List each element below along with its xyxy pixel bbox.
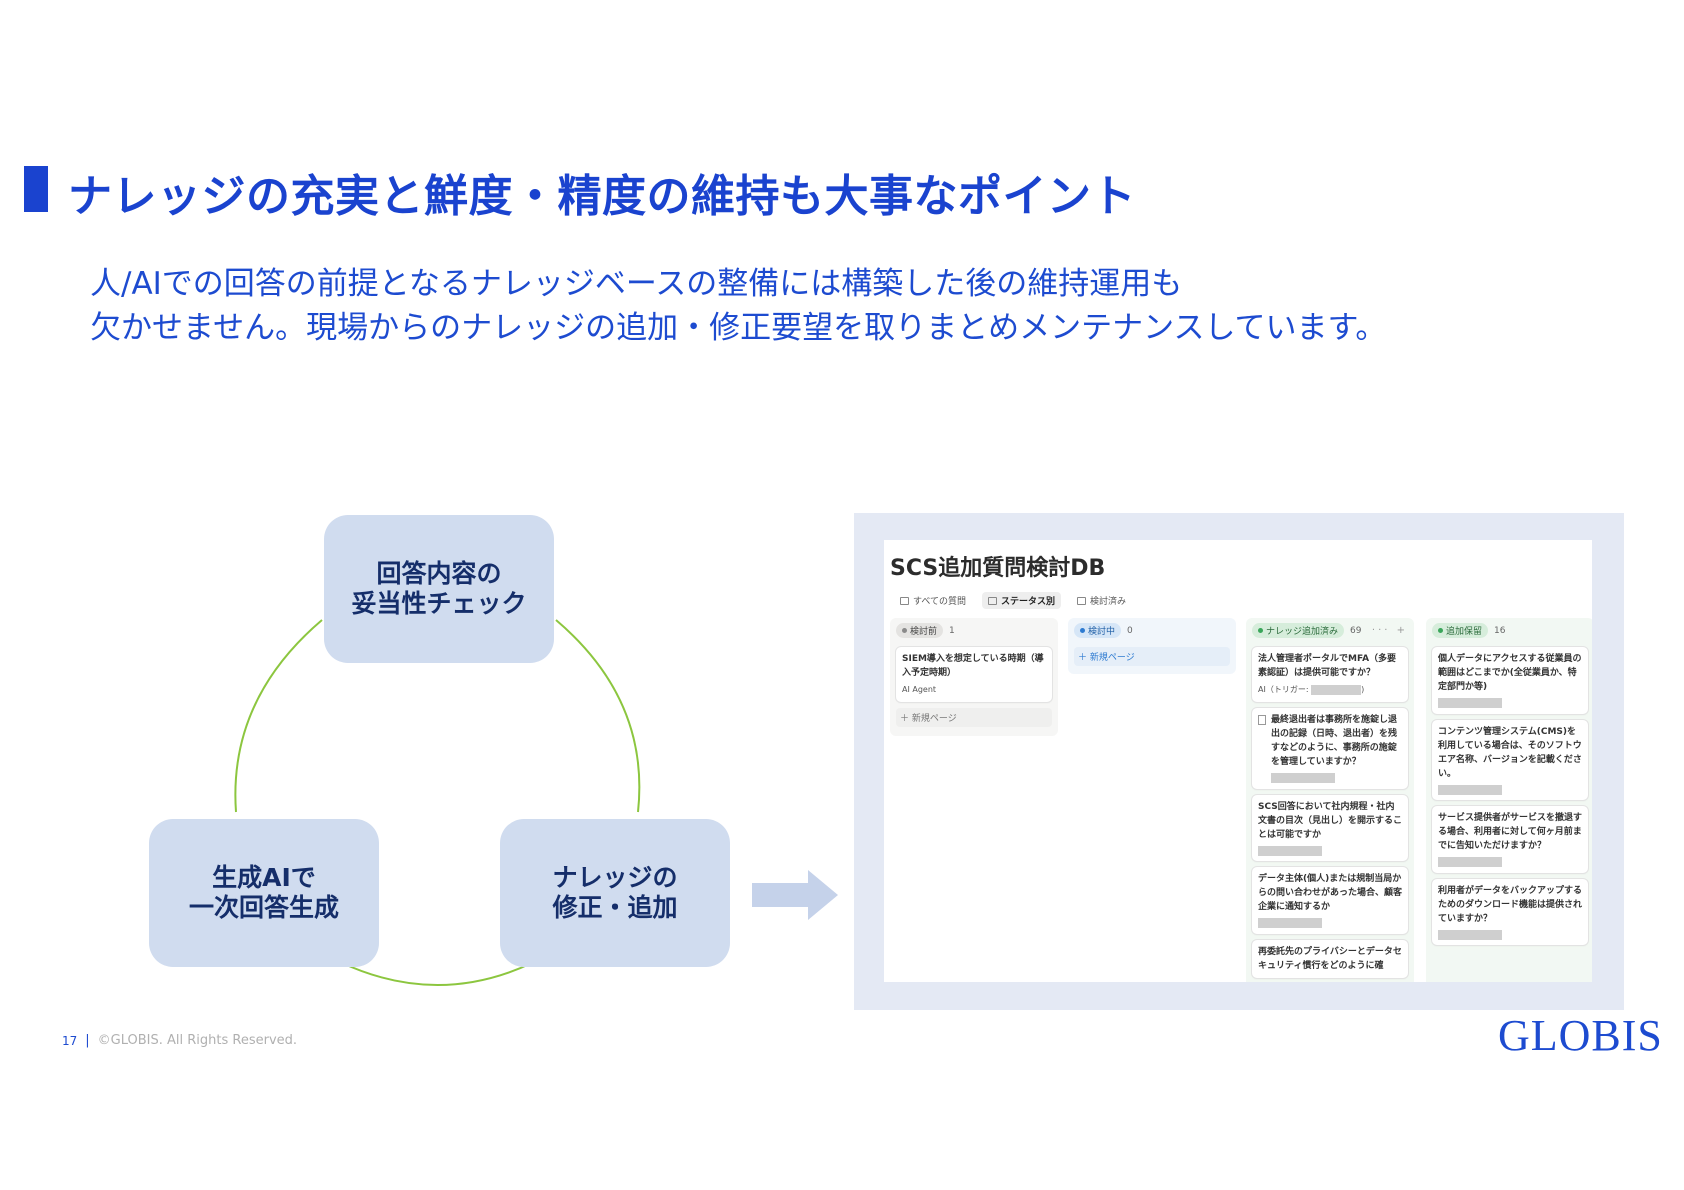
column-more-add-controls[interactable]: ··· + xyxy=(1372,625,1408,636)
card-title: サービス提供者がサービスを撤退する場合、利用者に対して何ヶ月前までに告知いただけ… xyxy=(1438,813,1583,851)
card-title: コンテンツ管理システム(CMS)を利用している場合は、そのソフトウエア名称、バー… xyxy=(1438,726,1582,779)
cycle-arc-bottom xyxy=(339,961,535,986)
cycle-arc-left xyxy=(234,619,323,813)
board-card[interactable]: 個人データにアクセスする従業員の範囲はどこまでか(全従業員か、特定部門か等) xyxy=(1432,647,1588,714)
card-title: 最終退出者は事務所を施錠し退出の記録（日時、退出者）を残すなどのように、事務所の… xyxy=(1271,715,1398,767)
cycle-node-validity-check: 回答内容の 妥当性チェック xyxy=(324,515,554,663)
right-arrow-icon xyxy=(752,870,838,920)
board-card[interactable]: 再委託先のプライバシーとデータセキュリティ慣行をどのように確 xyxy=(1252,939,1408,978)
tab-all-questions[interactable]: すべての質問 xyxy=(894,592,972,609)
card-title: 利用者がデータをバックアップするためのダウンロード機能は提供されていますか？ xyxy=(1438,885,1583,924)
footer: 17 | ©GLOBIS. All Rights Reserved. xyxy=(62,1033,297,1048)
board-card[interactable]: 利用者がデータをバックアップするためのダウンロード機能は提供されていますか？ xyxy=(1432,878,1588,945)
redacted-block xyxy=(1438,698,1502,708)
cycle-node-ai-first-answer: 生成AIで 一次回答生成 xyxy=(149,819,379,967)
status-badge: 検討中 xyxy=(1074,623,1122,638)
table-icon xyxy=(900,596,909,605)
card-title: 再委託先のプライバシーとデータセキュリティ慣行をどのように確 xyxy=(1258,946,1402,971)
board-card[interactable]: サービス提供者がサービスを撤退する場合、利用者に対して何ヶ月前までに告知いただけ… xyxy=(1432,806,1588,873)
card-title: SIEM導入を想定している時期（導入予定時期） xyxy=(902,654,1044,678)
db-board: SCS追加質問検討DB すべての質問 ステータス別 検討済み 検討前 1 SIE… xyxy=(884,540,1592,982)
board-card[interactable]: 最終退出者は事務所を施錠し退出の記録（日時、退出者）を残すなどのように、事務所の… xyxy=(1252,708,1408,789)
card-title: SCS回答において社内規程・社内文書の目次（見出し）を開示することは可能ですか xyxy=(1258,801,1403,840)
tab-reviewed[interactable]: 検討済み xyxy=(1071,592,1132,609)
board-column-in-review: 検討中 0 ＋ 新規ページ xyxy=(1068,618,1236,674)
board-card[interactable]: コンテンツ管理システム(CMS)を利用している場合は、そのソフトウエア名称、バー… xyxy=(1432,719,1588,800)
footer-separator: | xyxy=(85,1033,90,1048)
copyright: ©GLOBIS. All Rights Reserved. xyxy=(97,1033,298,1048)
status-badge: ナレッジ追加済み xyxy=(1252,623,1345,638)
board-card[interactable]: SCS回答において社内規程・社内文書の目次（見出し）を開示することは可能ですか xyxy=(1252,794,1408,861)
board-card[interactable]: データ主体(個人)または規制当局からの問い合わせがあった場合、顧客企業に通知する… xyxy=(1252,867,1408,934)
cycle-node-knowledge-update: ナレッジの 修正・追加 xyxy=(500,819,730,967)
redacted-block xyxy=(1311,684,1362,695)
redacted-block xyxy=(1258,845,1322,856)
board-column-knowledge-added: ナレッジ追加済み 69 ··· + 法人管理者ポータルでMFA（多要素認証）は提… xyxy=(1246,618,1414,982)
column-header: ナレッジ追加済み 69 ··· + xyxy=(1246,618,1414,643)
redacted-block xyxy=(1438,857,1502,867)
board-column-on-hold: 追加保留 16 個人データにアクセスする従業員の範囲はどこまでか(全従業員か、特… xyxy=(1426,618,1592,982)
page-number: 17 xyxy=(62,1033,78,1048)
globis-logo: GLOBIS xyxy=(1498,1011,1663,1060)
card-title: 法人管理者ポータルでMFA（多要素認証）は提供可能ですか？ xyxy=(1258,654,1397,678)
db-screenshot-panel: SCS追加質問検討DB すべての質問 ステータス別 検討済み 検討前 1 SIE… xyxy=(854,513,1624,1010)
column-count: 1 xyxy=(949,625,955,636)
tab-by-status[interactable]: ステータス別 xyxy=(982,592,1062,609)
board-card[interactable]: 法人管理者ポータルでMFA（多要素認証）は提供可能ですか？ AI（トリガー: ) xyxy=(1252,647,1408,702)
page-icon xyxy=(1258,715,1266,725)
card-title: データ主体(個人)または規制当局からの問い合わせがあった場合、顧客企業に通知する… xyxy=(1258,874,1403,912)
new-page-button[interactable]: ＋ 新規ページ xyxy=(1074,647,1230,666)
status-badge: 検討前 xyxy=(896,623,944,638)
column-header: 検討前 1 xyxy=(890,618,1058,643)
redacted-block xyxy=(1438,929,1502,940)
card-property: AI Agent xyxy=(902,685,937,694)
new-page-button[interactable]: ＋ 新規ページ xyxy=(896,708,1052,727)
status-badge: 追加保留 xyxy=(1432,623,1489,638)
db-view-tabs: すべての質問 ステータス別 検討済み xyxy=(894,592,1132,609)
board-card[interactable]: SIEM導入を想定している時期（導入予定時期） AI Agent xyxy=(896,647,1052,702)
redacted-block xyxy=(1258,918,1322,928)
card-property: AI（トリガー: ) xyxy=(1258,684,1365,695)
cycle-arc-right xyxy=(555,619,641,813)
board-icon xyxy=(988,596,998,605)
redacted-block xyxy=(1438,784,1502,795)
db-title: SCS追加質問検討DB xyxy=(890,556,1106,581)
card-title: 個人データにアクセスする従業員の範囲はどこまでか(全従業員か、特定部門か等) xyxy=(1438,654,1582,692)
redacted-block xyxy=(1271,773,1335,783)
column-header: 追加保留 16 xyxy=(1426,618,1592,643)
table-icon xyxy=(1077,596,1087,605)
column-count: 16 xyxy=(1494,625,1506,636)
board-column-before-review: 検討前 1 SIEM導入を想定している時期（導入予定時期） AI Agent ＋… xyxy=(890,618,1058,736)
column-header: 検討中 0 xyxy=(1068,618,1236,643)
column-count: 0 xyxy=(1127,625,1133,636)
column-count: 69 xyxy=(1350,625,1362,636)
